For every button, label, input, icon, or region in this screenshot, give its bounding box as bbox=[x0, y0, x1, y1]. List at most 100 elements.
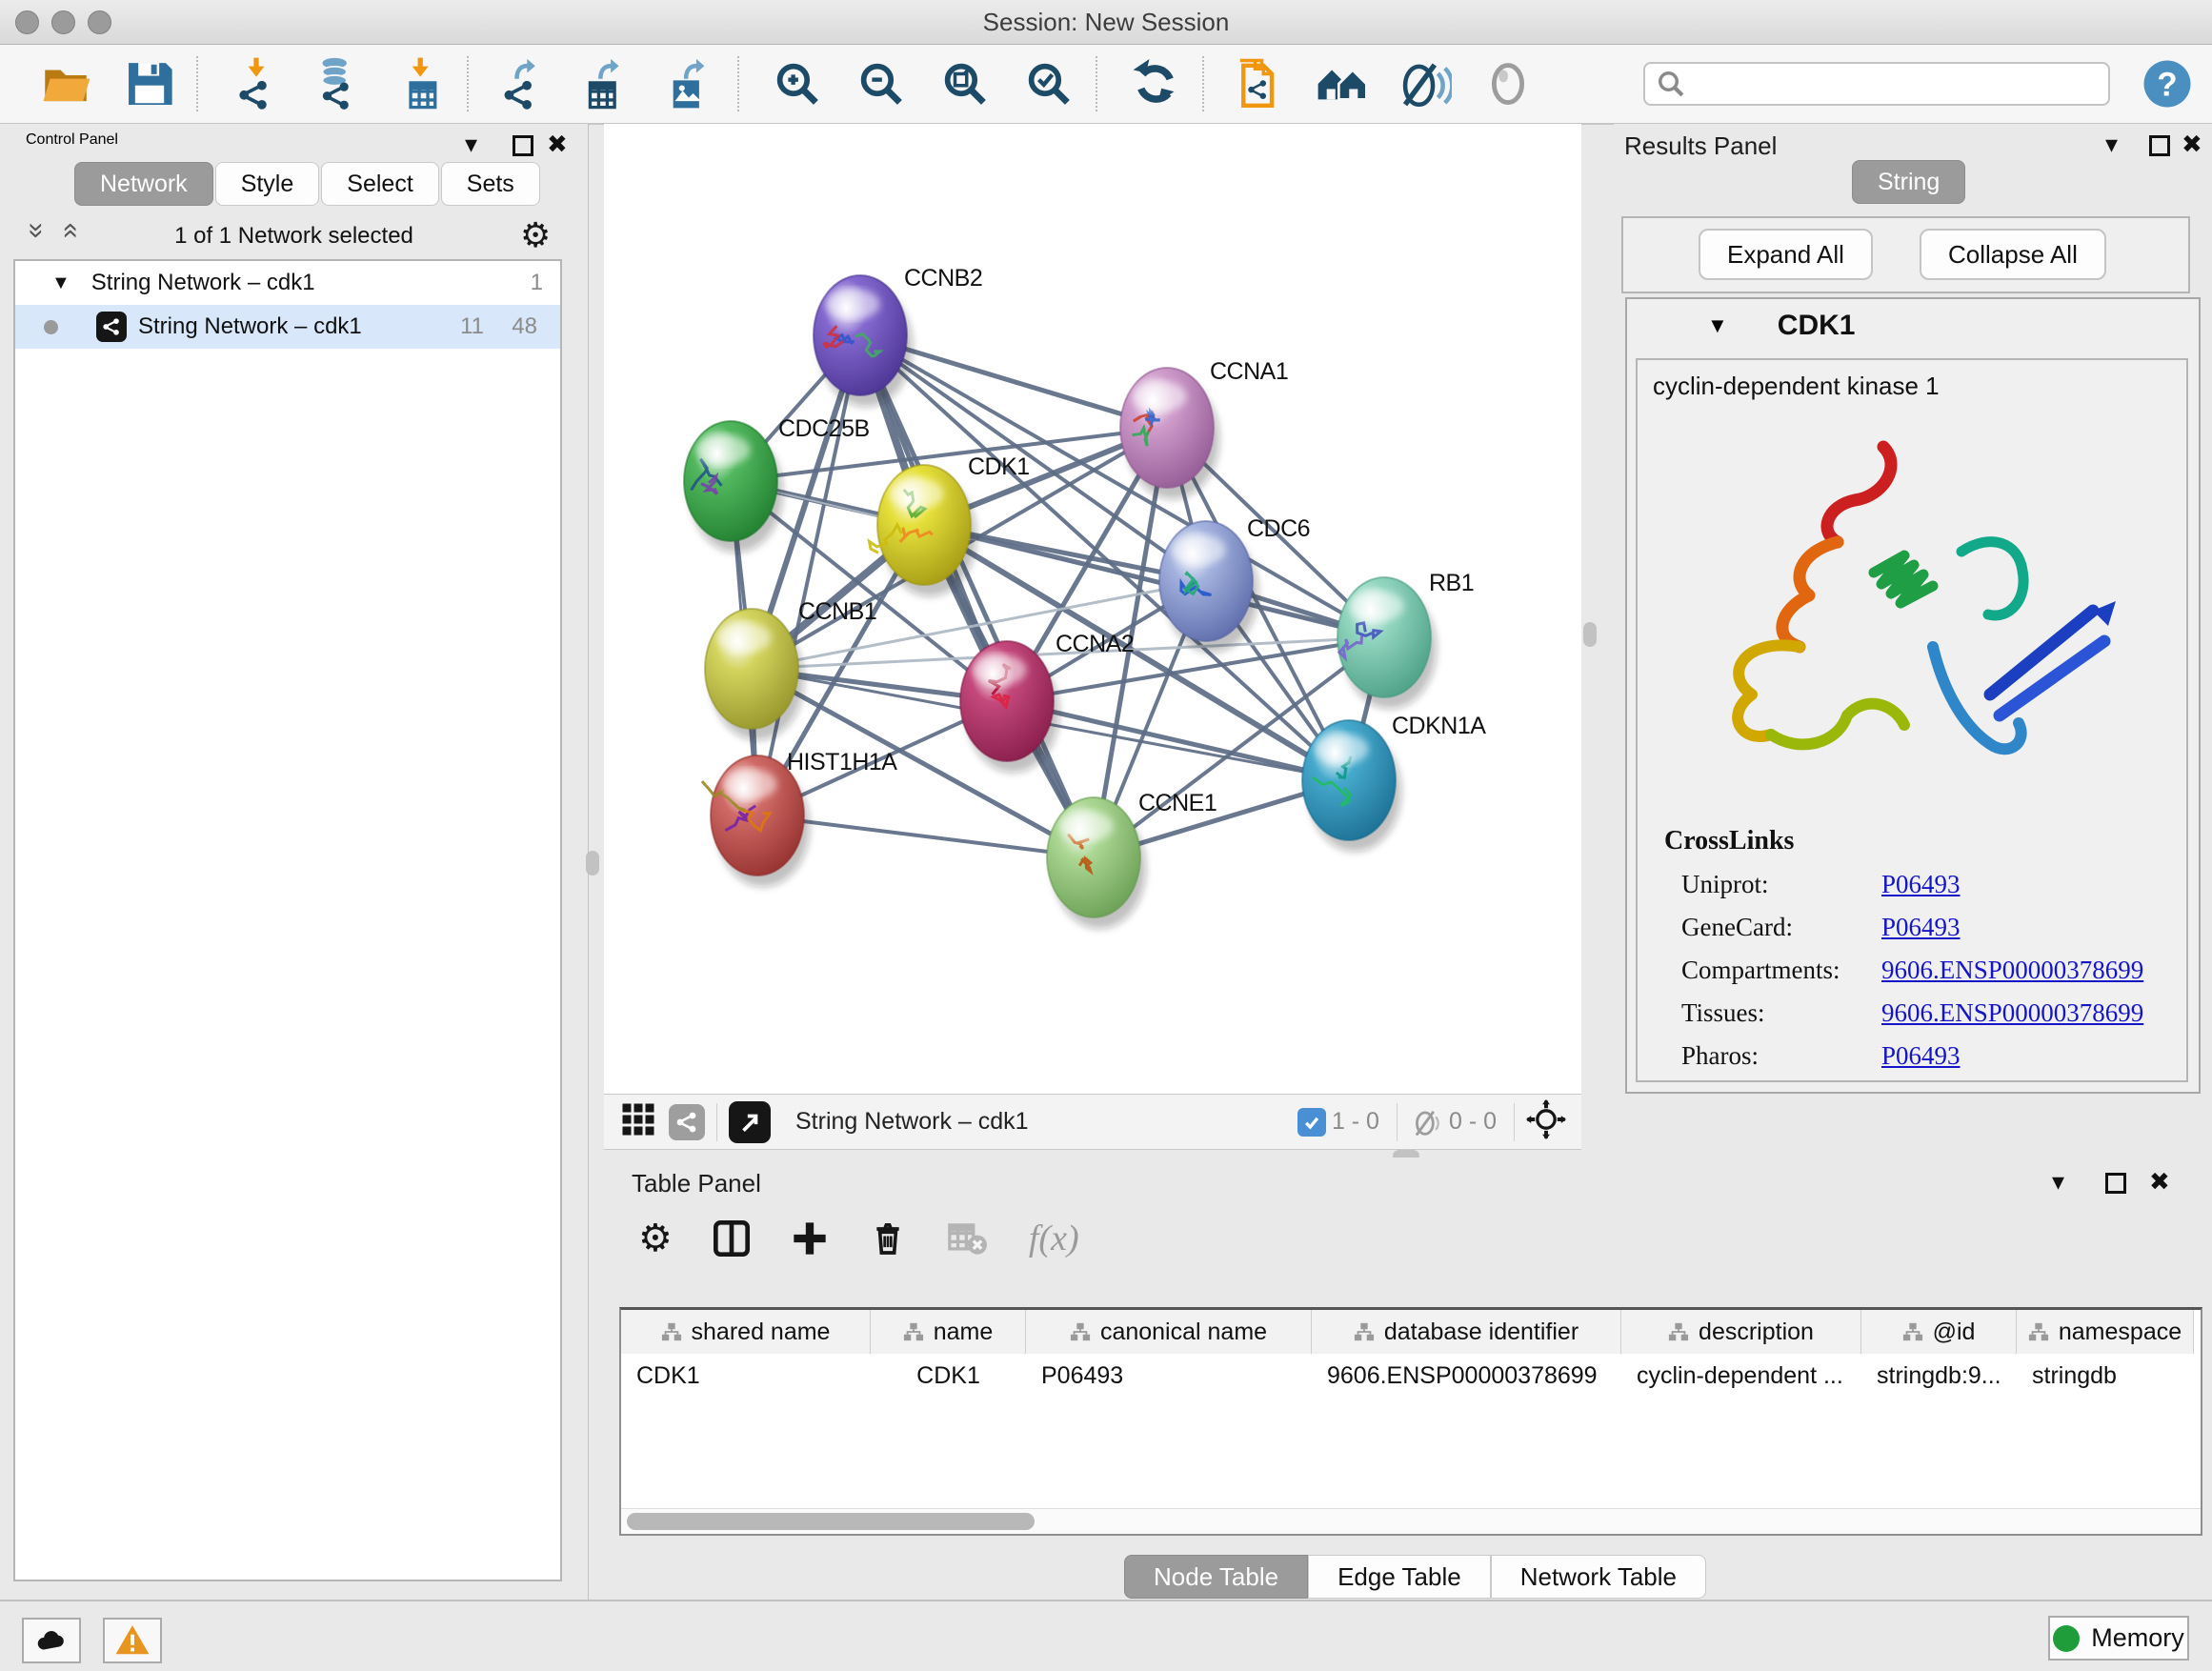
table-settings-gear-icon[interactable]: ⚙ bbox=[638, 1217, 673, 1260]
show-graphics-details-button[interactable] bbox=[1313, 54, 1372, 113]
network-edge[interactable] bbox=[860, 335, 1094, 857]
network-edge[interactable] bbox=[924, 525, 1384, 637]
tab-string[interactable]: String bbox=[1852, 160, 1965, 204]
column-header-shared-name[interactable]: shared name bbox=[621, 1310, 871, 1354]
network-node-CCNA2[interactable]: CCNA2 bbox=[960, 631, 1134, 773]
column-header-canonical-name[interactable]: canonical name bbox=[1026, 1310, 1312, 1354]
download-arrow-icon bbox=[412, 58, 429, 77]
search-input[interactable] bbox=[1685, 70, 2108, 98]
network-options-gear-icon[interactable]: ⚙ bbox=[520, 215, 551, 255]
network-node-CCNB2[interactable]: CCNB2 bbox=[814, 265, 982, 407]
memory-button[interactable]: Memory bbox=[2048, 1616, 2189, 1661]
fit-selected-button[interactable] bbox=[1526, 1099, 1566, 1144]
cloud-status-button[interactable] bbox=[22, 1618, 81, 1663]
tab-network[interactable]: Network bbox=[74, 162, 213, 206]
export-table-button[interactable] bbox=[575, 54, 634, 113]
section-expander-icon[interactable]: ▼ bbox=[1707, 313, 1728, 338]
import-network-file-button[interactable] bbox=[227, 54, 286, 113]
network-canvas[interactable]: CCNB2 CCNA1 CDC25B CDK1 CDC6RB1 CCNB1 CCNA2 CDK… bbox=[604, 124, 1581, 1094]
table-row[interactable]: CDK1CDK1P064939606.ENSP00000378699cyclin… bbox=[621, 1354, 2201, 1398]
results-panel-title: Results Panel bbox=[1624, 131, 1777, 161]
crosslink-link[interactable]: 9606.ENSP00000378699 bbox=[1881, 956, 2143, 985]
expand-all-button[interactable]: Expand All bbox=[1699, 229, 1873, 280]
birds-eye-view-button[interactable] bbox=[729, 1101, 771, 1143]
network-node-CCNA1[interactable]: CCNA1 bbox=[1120, 358, 1288, 499]
database-network-icon bbox=[309, 56, 364, 111]
hide-selected-button[interactable] bbox=[1395, 54, 1454, 113]
horizontal-scrollbar[interactable] bbox=[621, 1508, 2201, 1534]
warning-status-button[interactable] bbox=[103, 1618, 162, 1663]
show-grid-button[interactable] bbox=[621, 1102, 655, 1141]
network-row[interactable]: String Network – cdk1 11 48 bbox=[15, 305, 560, 349]
network-view-mode-button[interactable] bbox=[669, 1104, 705, 1140]
zoom-selected-icon bbox=[1032, 67, 1068, 103]
column-visibility-icon[interactable] bbox=[713, 1219, 751, 1258]
panel-collapse-icon[interactable]: ▾ bbox=[465, 131, 477, 156]
import-table-file-button[interactable] bbox=[392, 54, 452, 113]
column-tree-icon bbox=[903, 1321, 924, 1342]
panel-float-icon[interactable] bbox=[2105, 1173, 2126, 1198]
network-node-RB1[interactable]: RB1 bbox=[1337, 570, 1474, 709]
crosslink-link[interactable]: 9606.ENSP00000378699 bbox=[1881, 998, 2143, 1028]
search-field[interactable] bbox=[1643, 62, 2110, 106]
network-node-CDC6[interactable]: CDC6 bbox=[1159, 515, 1310, 653]
export-image-button[interactable] bbox=[659, 54, 718, 113]
column-header-namespace[interactable]: namespace bbox=[2017, 1310, 2194, 1354]
tab-network-table[interactable]: Network Table bbox=[1491, 1555, 1706, 1599]
collapse-all-button[interactable]: Collapse All bbox=[1920, 229, 2106, 280]
import-network-database-button[interactable] bbox=[307, 54, 366, 113]
right-splitter-handle[interactable] bbox=[1583, 622, 1597, 647]
protein-card-header[interactable]: ▼ CDK1 bbox=[1627, 299, 2199, 352]
zoom-in-button[interactable] bbox=[768, 54, 827, 113]
zoom-selected-button[interactable] bbox=[1019, 54, 1078, 113]
crosshair-icon bbox=[1526, 1099, 1566, 1139]
tree-expander-icon[interactable]: ▼ bbox=[51, 272, 70, 294]
tab-node-table[interactable]: Node Table bbox=[1124, 1555, 1308, 1599]
network-node-CDKN1A[interactable]: CDKN1A bbox=[1302, 713, 1486, 852]
crosslink-link[interactable]: P06493 bbox=[1881, 870, 1961, 899]
delete-column-icon[interactable] bbox=[869, 1219, 907, 1258]
column-header-database-identifier[interactable]: database identifier bbox=[1312, 1310, 1621, 1354]
column-header-description[interactable]: description bbox=[1621, 1310, 1861, 1354]
panel-float-icon[interactable] bbox=[513, 135, 533, 161]
selected-checkbox-icon[interactable] bbox=[1297, 1108, 1326, 1137]
warning-icon bbox=[114, 1622, 151, 1659]
left-splitter-handle[interactable] bbox=[586, 851, 599, 876]
table-panel-title: Table Panel bbox=[632, 1169, 761, 1198]
panel-close-icon[interactable]: ✖ bbox=[2149, 1169, 2170, 1194]
scrollbar-thumb[interactable] bbox=[627, 1513, 1035, 1530]
zoom-out-button[interactable] bbox=[852, 54, 911, 113]
expand-collapse-bar: Expand All Collapse All bbox=[1621, 216, 2190, 293]
open-session-button[interactable] bbox=[36, 54, 95, 113]
network-node-HIST1H1A[interactable]: HIST1H1A bbox=[702, 749, 897, 887]
tab-sets[interactable]: Sets bbox=[441, 162, 540, 206]
network-edge[interactable] bbox=[757, 335, 860, 815]
panel-collapse-icon[interactable]: ▾ bbox=[2052, 1169, 2064, 1194]
crosslink-label: GeneCard: bbox=[1681, 913, 1881, 942]
tab-style[interactable]: Style bbox=[215, 162, 320, 206]
export-network-button[interactable] bbox=[493, 54, 553, 113]
tab-edge-table[interactable]: Edge Table bbox=[1308, 1555, 1491, 1599]
panel-close-icon[interactable]: ✖ bbox=[547, 131, 568, 156]
zoom-fit-button[interactable] bbox=[935, 54, 995, 113]
add-column-icon[interactable] bbox=[791, 1219, 829, 1258]
network-node-CCNE1[interactable]: CCNE1 bbox=[1047, 790, 1217, 929]
column-tree-icon bbox=[2028, 1321, 2049, 1342]
panel-collapse-icon[interactable]: ▾ bbox=[2105, 131, 2118, 156]
help-button[interactable]: ? bbox=[2138, 54, 2197, 113]
crosslink-link[interactable]: P06493 bbox=[1881, 1041, 1961, 1071]
column-header--id[interactable]: @id bbox=[1861, 1310, 2017, 1354]
column-header-name[interactable]: name bbox=[871, 1310, 1026, 1354]
network-collection-row[interactable]: ▼ String Network – cdk1 1 bbox=[15, 261, 560, 305]
network-node-CDC25B[interactable]: CDC25B bbox=[684, 415, 870, 553]
crosslink-link[interactable]: P06493 bbox=[1881, 913, 1961, 942]
new-network-from-selection-button[interactable] bbox=[1229, 54, 1288, 113]
save-session-button[interactable] bbox=[120, 54, 179, 113]
show-all-button[interactable] bbox=[1478, 54, 1538, 113]
panel-float-icon[interactable] bbox=[2149, 135, 2170, 161]
node-label: CDK1 bbox=[968, 453, 1030, 480]
network-node-CCNB1[interactable]: CCNB1 bbox=[705, 598, 876, 740]
tab-select[interactable]: Select bbox=[321, 162, 438, 206]
refresh-button[interactable] bbox=[1126, 54, 1185, 113]
panel-close-icon[interactable]: ✖ bbox=[2182, 131, 2202, 156]
